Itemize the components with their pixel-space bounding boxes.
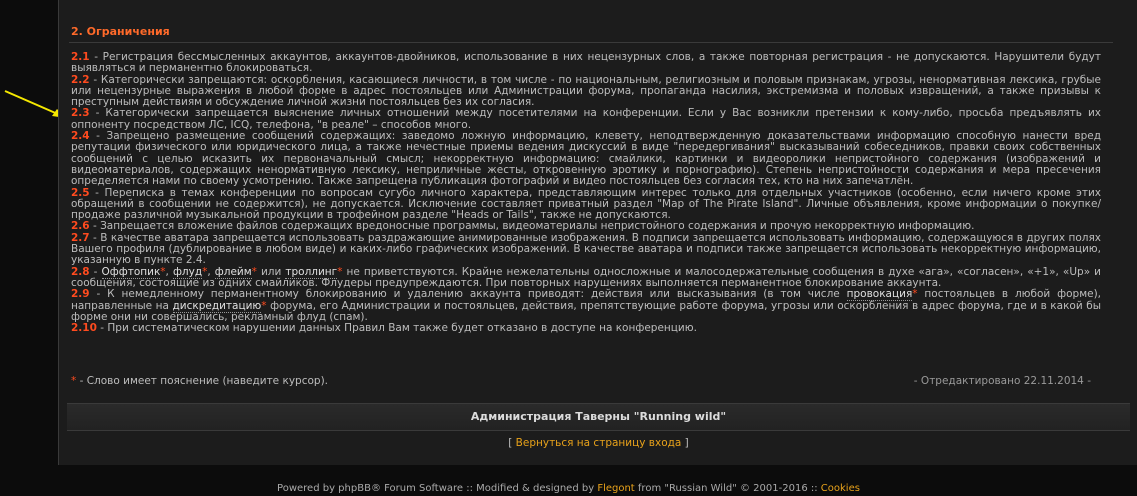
rule-text: - Переписка в темах конференции по вопро… xyxy=(71,186,1101,222)
footnote-text: - Слово имеет пояснение (наведите курсор… xyxy=(76,375,328,387)
rule-text: - Категорически запрещаются: оскорбления… xyxy=(71,73,1101,109)
rule-number: 2.7 xyxy=(71,231,90,244)
rule-number: 2.6 xyxy=(71,220,90,233)
rule-item: 2.9 - К немедленному перманентному блоки… xyxy=(71,288,1102,323)
edited-date: - Отредактировано 22.11.2014 - xyxy=(913,375,1091,387)
rule-number: 2.2 xyxy=(71,73,90,86)
rule-number: 2.9 xyxy=(71,288,90,301)
rule-item: 2.5 - Переписка в темах конференции по в… xyxy=(71,186,1101,222)
back-link-row: [ Вернуться на страницу входа ] xyxy=(508,437,689,449)
rule-text: - Регистрация бессмысленных аккаунтов, а… xyxy=(71,51,1101,75)
rule-number: 2.1 xyxy=(71,51,90,63)
rule-item: 2.7 - В качестве аватара запрещается исп… xyxy=(71,231,1101,267)
cookies-link[interactable]: Cookies xyxy=(821,483,860,494)
rule-number: 2.5 xyxy=(71,186,90,199)
section-title: 2. Ограничения xyxy=(71,25,170,38)
rule-item: 2.10 - При систематическом нарушении дан… xyxy=(71,322,697,335)
rule-number: 2.4 xyxy=(71,130,90,143)
rule-item: 2.2 - Категорически запрещаются: оскорбл… xyxy=(71,73,1101,109)
rule-text: - В качестве аватара запрещается использ… xyxy=(71,231,1101,267)
rule-item: 2.4 - Запрещено размещение сообщений сод… xyxy=(71,130,1101,188)
signature-bar: Администрация Таверны "Running wild" xyxy=(67,403,1130,431)
rule-item: 2.8 - Оффтопик*, флуд*, флейм* или тролл… xyxy=(71,265,1101,289)
rule-text: - Запрещено размещение сообщений содержа… xyxy=(71,130,1101,188)
section-divider xyxy=(69,42,1113,43)
designer-link[interactable]: Flegont xyxy=(597,483,634,494)
rule-item: 2.3 - Категорически запрещается выяснени… xyxy=(71,108,1101,131)
footer: Powered by phpBB® Forum Software :: Modi… xyxy=(277,483,860,494)
back-to-login-link[interactable]: Вернуться на страницу входа xyxy=(516,437,682,449)
rule-text: - Категорически запрещается выяснение ли… xyxy=(71,107,1101,131)
rule-number: 2.10 xyxy=(71,322,97,335)
rule-number: 2.8 xyxy=(71,265,90,278)
rule-number: 2.3 xyxy=(71,107,90,120)
rules-panel: 2. Ограничения 2.1 - Регистрация бессмыс… xyxy=(58,0,1137,465)
top-scroll-remnant xyxy=(59,0,1137,6)
rule-text: - Запрещается вложение файлов содержащих… xyxy=(89,220,975,233)
rule-item: 2.1 - Регистрация бессмысленных аккаунто… xyxy=(71,51,1101,75)
footnote-row: * - Слово имеет пояснение (наведите курс… xyxy=(71,375,1091,389)
rules-list: 2.1 - Регистрация бессмысленных аккаунто… xyxy=(71,51,1102,335)
